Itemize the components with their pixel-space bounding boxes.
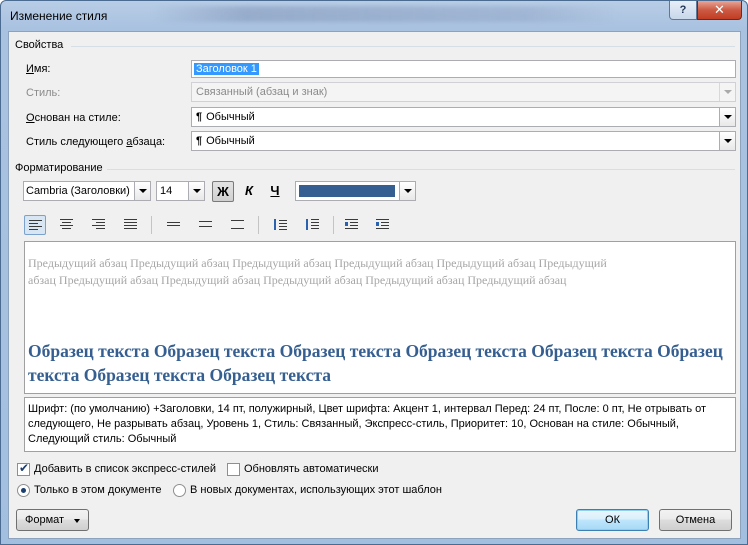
- chevron-down-icon[interactable]: [399, 182, 415, 200]
- italic-button[interactable]: К: [238, 181, 260, 202]
- paragraph-mark-icon: ¶: [196, 135, 203, 147]
- radio-selected-dot: [21, 488, 26, 493]
- style-type-value: Связанный (абзац и знак): [196, 86, 328, 98]
- based-on-select[interactable]: ¶ Обычный: [191, 107, 736, 127]
- paragraph-mark-icon: ¶: [196, 111, 203, 123]
- toolbar-separator: [258, 216, 259, 234]
- font-size-value: 14: [160, 185, 173, 197]
- format-button-label: Формат: [25, 514, 65, 526]
- font-color-select[interactable]: [295, 181, 416, 201]
- next-style-select[interactable]: ¶ Обычный: [191, 131, 736, 151]
- add-to-quick-styles-label[interactable]: Добавить в список экспресс-стилей: [34, 463, 216, 475]
- space-before-increase-icon[interactable]: [270, 215, 292, 235]
- window-title: Изменение стиля: [10, 9, 108, 23]
- checkmark-icon: ✔: [19, 461, 30, 475]
- properties-divider: [71, 46, 735, 47]
- line-spacing-single-icon[interactable]: [163, 215, 185, 235]
- style-type-select[interactable]: Связанный (абзац и знак): [191, 82, 736, 102]
- indent-increase-icon[interactable]: [372, 215, 394, 235]
- title-bar[interactable]: Изменение стиля ? ✕: [1, 1, 747, 31]
- font-color-swatch: [299, 185, 395, 197]
- chevron-down-icon[interactable]: [188, 182, 204, 200]
- name-input[interactable]: Заголовок 1: [191, 60, 736, 78]
- chevron-down-icon[interactable]: [719, 132, 735, 150]
- properties-section-title: Свойства: [15, 39, 64, 51]
- new-documents-template-label[interactable]: В новых документах, использующих этот ша…: [190, 484, 442, 496]
- indent-decrease-icon[interactable]: [341, 215, 363, 235]
- only-this-document-radio[interactable]: [17, 484, 30, 497]
- only-this-document-label[interactable]: Только в этом документе: [34, 484, 162, 496]
- style-type-label: Стиль:: [26, 87, 61, 99]
- new-documents-template-radio[interactable]: [173, 484, 186, 497]
- modify-style-dialog: Изменение стиля ? ✕ Свойства Имя: Заголо…: [0, 0, 748, 545]
- style-preview-pane: Предыдущий абзац Предыдущий абзац Предыд…: [24, 241, 736, 394]
- auto-update-checkbox[interactable]: [227, 463, 240, 476]
- align-right-icon[interactable]: [88, 215, 110, 235]
- dialog-body: Свойства Имя: Заголовок 1 Стиль: Связанн…: [8, 31, 741, 539]
- style-description: Шрифт: (по умолчанию) +Заголовки, 14 пт,…: [24, 397, 736, 452]
- next-style-label: Стиль следующего абзаца:: [26, 136, 166, 148]
- chevron-down-icon[interactable]: [134, 182, 150, 200]
- close-button[interactable]: ✕: [697, 1, 742, 20]
- add-to-quick-styles-checkbox[interactable]: ✔: [17, 461, 30, 476]
- space-before-decrease-icon[interactable]: [302, 215, 324, 235]
- toolbar-separator: [333, 216, 334, 234]
- font-name-select[interactable]: Cambria (Заголовки): [23, 181, 151, 201]
- font-name-value: Cambria (Заголовки): [26, 185, 130, 197]
- name-label: Имя:: [26, 63, 51, 75]
- previous-paragraph-text: Предыдущий абзац Предыдущий абзац Предыд…: [28, 256, 607, 287]
- cancel-button[interactable]: Отмена: [659, 509, 732, 531]
- formatting-divider: [107, 169, 735, 170]
- auto-update-label[interactable]: Обновлять автоматически: [244, 463, 379, 475]
- based-on-value: Обычный: [206, 111, 255, 123]
- align-center-icon[interactable]: [56, 215, 78, 235]
- chevron-down-icon[interactable]: [719, 83, 735, 101]
- help-button[interactable]: ?: [669, 1, 697, 20]
- bold-button[interactable]: Ж: [212, 181, 234, 202]
- sample-text: Образец текста Образец текста Образец те…: [28, 341, 723, 385]
- formatting-section-title: Форматирование: [15, 162, 103, 174]
- ok-button[interactable]: ОК: [576, 509, 649, 531]
- name-input-value: Заголовок 1: [194, 63, 259, 75]
- line-spacing-1-5-icon[interactable]: [195, 215, 217, 235]
- dropdown-arrow-icon: [74, 519, 80, 523]
- toolbar-separator: [151, 216, 152, 234]
- line-spacing-double-icon[interactable]: [227, 215, 249, 235]
- background-window-title-blur: [151, 6, 621, 22]
- font-size-select[interactable]: 14: [156, 181, 205, 201]
- underline-button[interactable]: Ч: [264, 181, 286, 202]
- format-menu-button[interactable]: Формат: [16, 509, 89, 531]
- chevron-down-icon[interactable]: [719, 108, 735, 126]
- align-left-icon[interactable]: [24, 215, 46, 235]
- based-on-label: Основан на стиле:: [26, 112, 121, 124]
- next-style-value: Обычный: [206, 135, 255, 147]
- justify-icon[interactable]: [120, 215, 142, 235]
